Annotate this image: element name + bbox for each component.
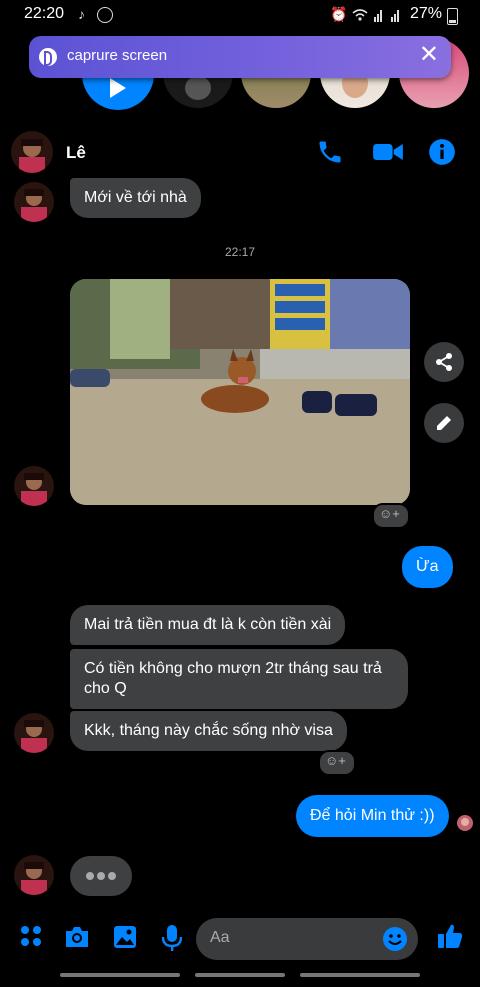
battery-icon [447, 8, 458, 25]
close-icon[interactable]: ✕ [419, 43, 439, 67]
video-icon[interactable] [372, 138, 404, 166]
contact-name[interactable]: Lê [66, 143, 86, 163]
share-icon [436, 353, 452, 371]
reaction-button[interactable]: ☺+ [372, 503, 410, 529]
mic-icon[interactable] [161, 924, 183, 952]
received-message[interactable]: Kkk, tháng này chắc sống nhờ visa [70, 711, 347, 751]
play-icon [110, 78, 126, 98]
reaction-icon: ☺+ [379, 506, 400, 521]
photo-message[interactable] [70, 279, 410, 505]
banner-text: caprure screen [67, 47, 168, 64]
reaction-icon: ☺+ [325, 753, 346, 768]
nav-bar-home [195, 973, 285, 977]
received-message[interactable]: Mai trả tiền mua đt là k còn tiền xài [70, 605, 346, 645]
message-input-placeholder: Aa [210, 929, 230, 946]
message-input[interactable]: Aa [196, 918, 418, 960]
status-bar: 22:20 ♪ ⏰ 27% [0, 0, 480, 30]
phone-icon[interactable] [316, 138, 344, 166]
typing-indicator [70, 856, 132, 896]
contact-avatar[interactable] [14, 855, 54, 895]
tiktok-icon: ♪ [78, 6, 85, 22]
bixby-icon [39, 48, 57, 66]
gallery-icon[interactable] [112, 924, 138, 950]
received-message[interactable]: Có tiền không cho mượn 2tr tháng sau trả… [70, 649, 408, 709]
nav-bar-left [60, 973, 180, 977]
received-message[interactable]: Mới về tới nhà [70, 178, 201, 218]
apps-icon[interactable] [19, 924, 43, 948]
edit-icon [437, 416, 451, 430]
contact-avatar[interactable] [14, 713, 54, 753]
capture-banner[interactable]: caprure screen ✕ [29, 36, 451, 78]
message-timestamp: 22:17 [224, 245, 256, 259]
thumbs-up-icon[interactable] [436, 922, 464, 950]
signal-icon [374, 10, 399, 22]
wifi-icon [352, 9, 368, 21]
header-avatar[interactable] [11, 131, 53, 173]
reaction-button[interactable]: ☺+ [318, 750, 356, 776]
nav-bar-right [300, 973, 420, 977]
battery-percent: 27% [409, 5, 442, 22]
alarm-icon: ⏰ [330, 6, 348, 22]
camera-icon[interactable] [63, 924, 91, 950]
sent-message[interactable]: Để hỏi Min thử :)) [296, 795, 449, 837]
sent-message[interactable]: Ừa [402, 546, 453, 588]
status-time: 22:20 [24, 5, 65, 22]
info-icon[interactable] [428, 138, 456, 166]
emoji-icon[interactable] [382, 926, 408, 952]
edit-button[interactable] [424, 403, 464, 443]
contact-avatar[interactable] [14, 182, 54, 222]
contact-avatar[interactable] [14, 466, 54, 506]
share-button[interactable] [424, 342, 464, 382]
messenger-icon [97, 7, 113, 23]
read-receipt-avatar [457, 815, 473, 831]
